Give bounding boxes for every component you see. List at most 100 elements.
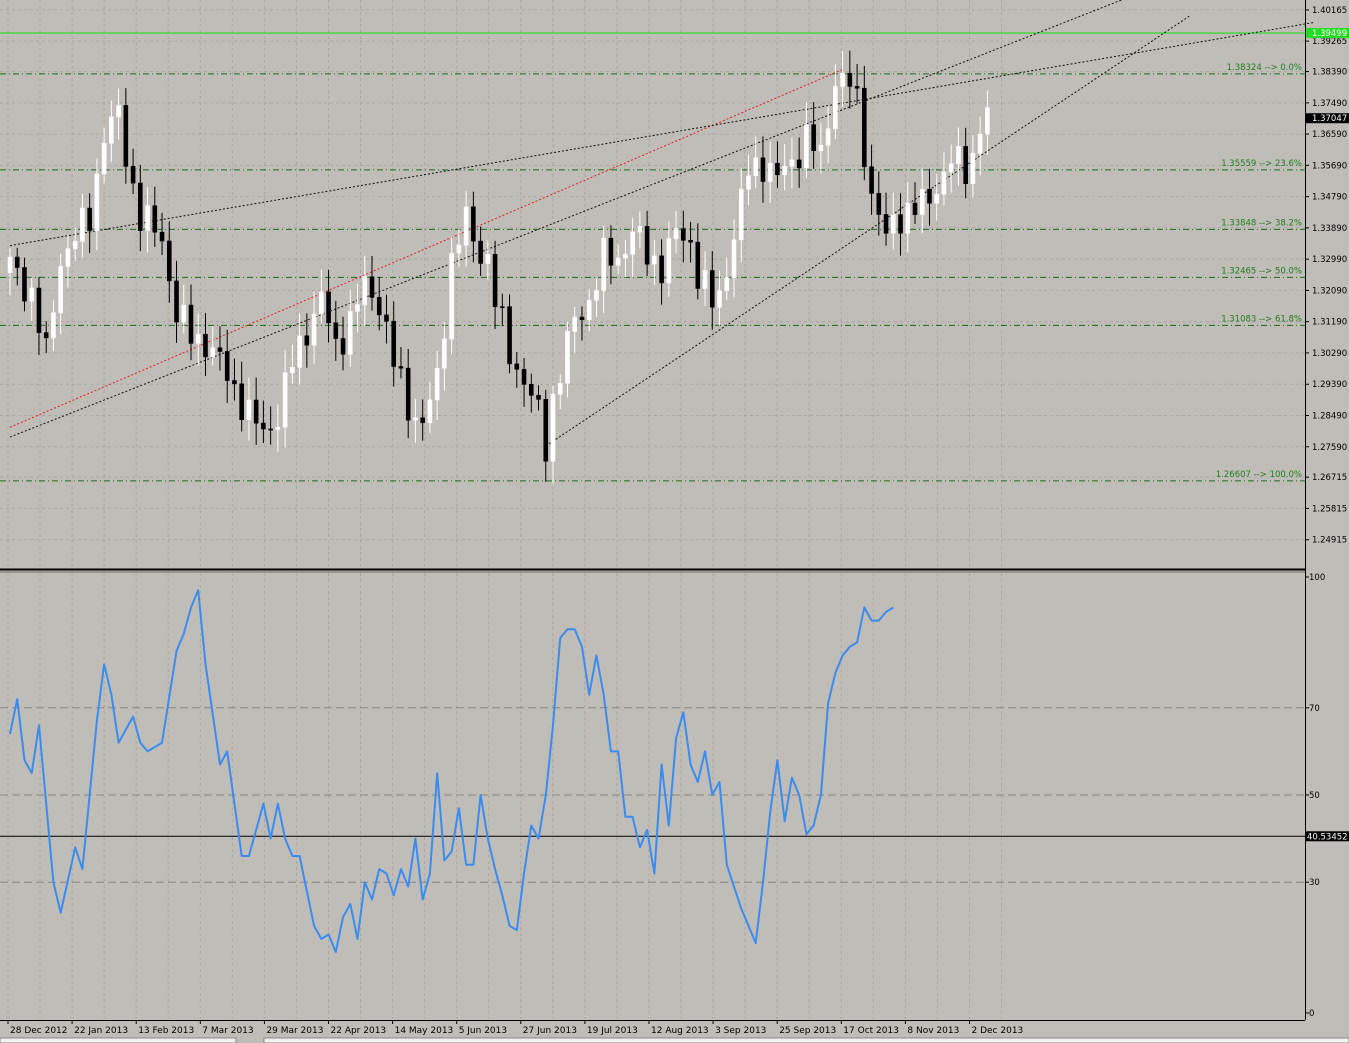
bull-candle (557, 383, 563, 395)
bear-candle (304, 335, 310, 346)
bear-candle (22, 267, 27, 302)
bull-candle (311, 313, 317, 346)
bear-candle (398, 366, 404, 369)
bear-candle (138, 182, 143, 231)
bear-candle (521, 368, 527, 385)
bear-candle (203, 333, 208, 358)
bull-candle (572, 316, 578, 332)
bull-candle (818, 144, 824, 151)
bull-candle (890, 214, 896, 234)
bull-candle (319, 291, 324, 315)
bottom-scroll-area[interactable] (263, 1037, 1349, 1043)
bull-candle (630, 231, 635, 255)
bull-candle (941, 171, 947, 195)
bull-candle (934, 193, 940, 204)
price-tick-label: 1.38390 (1312, 68, 1347, 78)
bear-candle (369, 276, 375, 298)
bull-candle (594, 290, 599, 301)
bull-candle (724, 277, 730, 291)
price-tick-label: 1.31190 (1312, 318, 1347, 328)
time-tick-label: 14 May 2013 (395, 1026, 454, 1036)
bear-candle (507, 306, 512, 365)
bear-candle (239, 383, 244, 421)
bull-candle (738, 188, 744, 241)
bear-candle (87, 207, 92, 231)
time-tick-label: 22 Jan 2013 (74, 1026, 128, 1036)
price-tick-label: 1.32990 (1312, 255, 1347, 265)
bear-candle (123, 105, 129, 167)
price-tick-label: 1.27590 (1312, 443, 1347, 453)
bear-candle (644, 226, 650, 265)
price-tick-label: 1.29390 (1312, 380, 1347, 390)
bear-candle (340, 338, 346, 355)
bull-candle (51, 312, 56, 339)
bear-candle (376, 297, 382, 316)
bull-candle (833, 86, 838, 130)
bear-candle (775, 162, 780, 176)
bull-candle (919, 188, 925, 215)
bear-candle (253, 399, 259, 424)
bull-candle (29, 287, 35, 302)
bull-candle (246, 399, 252, 421)
bull-candle (347, 310, 353, 355)
price-and-stochastic-chart[interactable]: 1.38324 --> 0.0% 1.35559 --> 23.6% 1.33848… (0, 0, 1349, 1043)
stoch-level-label: 40.53452 (1307, 832, 1348, 842)
time-tick-label: 28 Dec 2012 (10, 1026, 68, 1036)
bear-candle (760, 157, 766, 182)
bottom-tab-left[interactable] (0, 1037, 237, 1043)
time-tick-label: 27 Jun 2013 (523, 1026, 577, 1036)
bull-candle (652, 255, 657, 265)
bull-candle (290, 366, 295, 374)
bear-candle (514, 363, 520, 370)
bear-candle (333, 322, 339, 339)
bear-candle (528, 384, 534, 396)
bear-candle (166, 240, 172, 282)
price-tick-label: 1.33890 (1312, 224, 1347, 234)
bear-candle (681, 228, 686, 241)
bear-candle (492, 254, 498, 307)
bear-candle (36, 287, 42, 333)
fib-level-label: 1.32465 --> 50.0% (1221, 266, 1302, 276)
bull-candle (586, 299, 592, 321)
time-tick-label: 29 Mar 2013 (266, 1026, 323, 1036)
price-tick-label: 1.36590 (1312, 130, 1347, 140)
price-tick-label: 1.34790 (1312, 193, 1347, 203)
bear-candle (405, 367, 411, 421)
bear-candle (927, 188, 932, 204)
bull-candle (195, 333, 201, 344)
bear-candle (43, 332, 49, 339)
bull-candle (666, 238, 672, 284)
bull-candle (753, 157, 759, 176)
bear-candle (847, 72, 853, 87)
time-tick-label: 13 Feb 2013 (138, 1026, 194, 1036)
bear-candle (688, 239, 693, 243)
bear-candle (796, 159, 802, 169)
bull-candle (109, 116, 114, 144)
price-tick-label: 1.25815 (1312, 504, 1347, 514)
price-tick-label: 1.30290 (1312, 349, 1347, 359)
bull-candle (948, 163, 954, 173)
bear-candle (963, 146, 968, 185)
price-tick-label: 1.40165 (1312, 6, 1347, 16)
bear-candle (326, 291, 331, 324)
current-price-label: 1.37047 (1312, 114, 1347, 124)
bull-candle (485, 254, 491, 264)
bear-candle (709, 270, 715, 308)
price-tick-label: 1.32090 (1312, 286, 1347, 296)
bull-candle (565, 331, 570, 384)
bear-candle (188, 304, 194, 344)
bull-candle (282, 372, 288, 428)
bear-candle (130, 166, 136, 184)
stoch-tick-label: 70 (1309, 704, 1320, 714)
bull-candle (970, 152, 976, 185)
bear-candle (898, 214, 903, 234)
bull-candle (825, 128, 831, 146)
bull-candle (789, 159, 795, 167)
bear-candle (876, 193, 882, 215)
bull-candle (181, 304, 187, 323)
price-tick-label: 1.35690 (1312, 161, 1347, 171)
bear-candle (478, 240, 483, 264)
bear-candle (268, 428, 273, 431)
bull-candle (80, 207, 85, 242)
price-tick-label: 1.26715 (1312, 473, 1347, 483)
